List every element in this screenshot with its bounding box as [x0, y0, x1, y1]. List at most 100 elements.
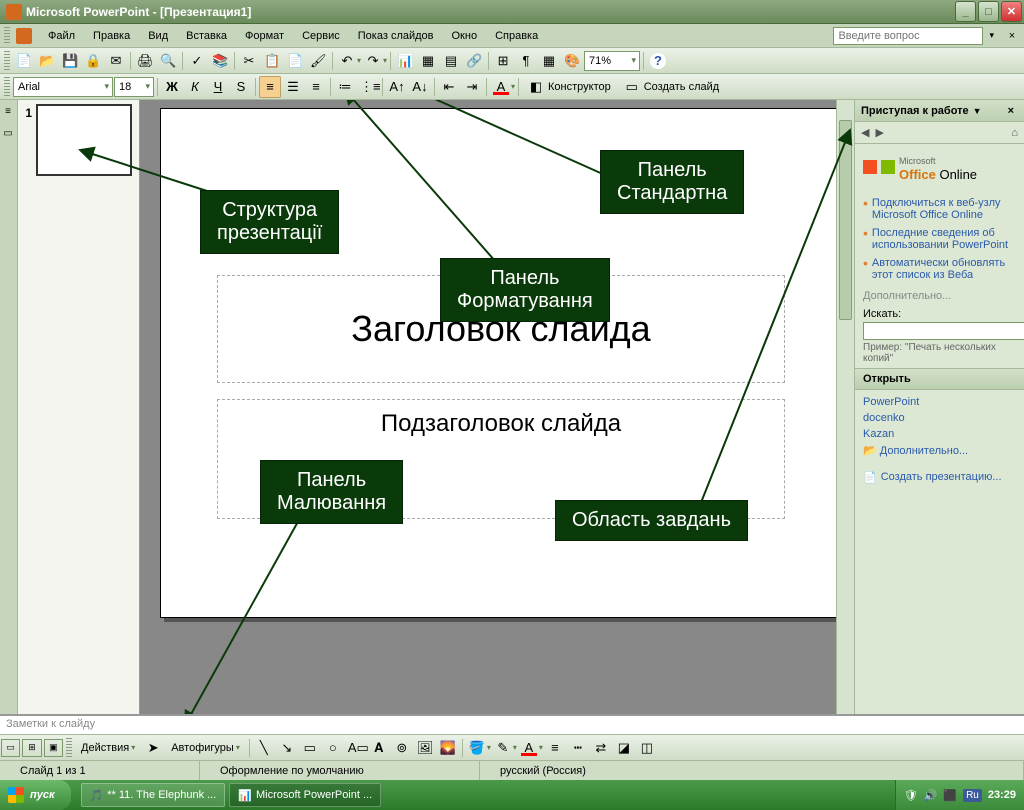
- show-formatting-button[interactable]: ¶: [515, 50, 537, 72]
- lang-indicator[interactable]: Ru: [963, 789, 982, 802]
- menu-slideshow[interactable]: Показ слайдов: [350, 28, 442, 44]
- oval-button[interactable]: ○: [322, 737, 344, 759]
- copy-button[interactable]: 📋: [261, 50, 283, 72]
- recent-file[interactable]: docenko: [863, 410, 1016, 426]
- expand-button[interactable]: ⊞: [492, 50, 514, 72]
- diagram-button[interactable]: ⊚: [391, 737, 413, 759]
- save-button[interactable]: 💾: [59, 50, 81, 72]
- recent-file[interactable]: Kazan: [863, 426, 1016, 442]
- start-button[interactable]: пуск: [0, 780, 71, 810]
- draw-actions-menu[interactable]: Действия▾: [75, 742, 141, 754]
- doc-close-button[interactable]: ×: [1004, 30, 1020, 42]
- email-button[interactable]: ✉: [105, 50, 127, 72]
- decrease-indent-button[interactable]: ⇤: [438, 76, 460, 98]
- format-painter-button[interactable]: 🖌: [307, 50, 329, 72]
- menu-view[interactable]: Вид: [140, 28, 176, 44]
- link-connect[interactable]: Подключиться к веб-узлу Microsoft Office…: [863, 194, 1016, 224]
- outline-tab[interactable]: ≡: [0, 102, 16, 120]
- font-color-dropdown-draw[interactable]: ▾: [539, 743, 543, 752]
- align-right-button[interactable]: ≡: [305, 76, 327, 98]
- hyperlink-button[interactable]: 🔗: [463, 50, 485, 72]
- menu-format[interactable]: Формат: [237, 28, 292, 44]
- clock[interactable]: 23:29: [988, 789, 1016, 801]
- redo-button[interactable]: ↷: [362, 50, 384, 72]
- vertical-scrollbar[interactable]: [836, 100, 854, 714]
- chart-button[interactable]: 📊: [394, 50, 416, 72]
- spellcheck-button[interactable]: ✓: [186, 50, 208, 72]
- align-center-button[interactable]: ☰: [282, 76, 304, 98]
- print-button[interactable]: 🖨: [134, 50, 156, 72]
- shadow-button[interactable]: S: [230, 76, 252, 98]
- recent-file[interactable]: PowerPoint: [863, 394, 1016, 410]
- numbering-button[interactable]: ≔: [334, 76, 356, 98]
- new-button[interactable]: 📄: [13, 50, 35, 72]
- dash-style-button[interactable]: ┅: [567, 737, 589, 759]
- fill-dropdown[interactable]: ▾: [487, 743, 491, 752]
- grid-button[interactable]: ▦: [538, 50, 560, 72]
- create-presentation-link[interactable]: 📄 Создать презентацию...: [855, 463, 1024, 492]
- zoom-combo[interactable]: 71%: [584, 51, 640, 71]
- tray-icon[interactable]: ⬛: [943, 789, 957, 802]
- cut-button[interactable]: ✂: [238, 50, 260, 72]
- scroll-thumb[interactable]: [839, 120, 852, 320]
- color-button[interactable]: 🎨: [561, 50, 583, 72]
- tables-borders-button[interactable]: ▤: [440, 50, 462, 72]
- shadow-style-button[interactable]: ◪: [613, 737, 635, 759]
- open-more[interactable]: Дополнительно...: [863, 442, 1016, 459]
- select-button[interactable]: ➤: [142, 737, 164, 759]
- align-left-button[interactable]: ≡: [259, 76, 281, 98]
- link-more[interactable]: Дополнительно...: [855, 288, 1024, 304]
- underline-button[interactable]: Ч: [207, 76, 229, 98]
- open-button[interactable]: 📂: [36, 50, 58, 72]
- textbox-button[interactable]: A▭: [345, 737, 367, 759]
- tray-icon[interactable]: 🛡: [904, 789, 918, 802]
- taskbar-item[interactable]: 🎵** 11. The Elephunk ...: [81, 783, 226, 807]
- help-button[interactable]: ?: [647, 50, 669, 72]
- arrow-button[interactable]: ↘: [276, 737, 298, 759]
- fill-color-button[interactable]: 🪣: [466, 737, 488, 759]
- font-name-combo[interactable]: Arial: [13, 77, 113, 97]
- minimize-button[interactable]: _: [955, 1, 976, 22]
- increase-font-button[interactable]: A↑: [386, 76, 408, 98]
- arrow-style-button[interactable]: ⇄: [590, 737, 612, 759]
- font-color-button[interactable]: A: [490, 76, 512, 98]
- menu-edit[interactable]: Правка: [85, 28, 138, 44]
- normal-view-button[interactable]: ▭: [1, 739, 20, 757]
- new-slide-button[interactable]: ▭Создать слайд: [618, 79, 725, 95]
- undo-dropdown[interactable]: ▾: [357, 56, 361, 65]
- font-color-dropdown[interactable]: ▾: [511, 82, 515, 91]
- line-color-button[interactable]: ✎: [492, 737, 514, 759]
- sorter-view-button[interactable]: ⊞: [22, 739, 41, 757]
- permission-button[interactable]: 🔒: [82, 50, 104, 72]
- autoshapes-menu[interactable]: Автофигуры▾: [165, 742, 246, 754]
- menu-tools[interactable]: Сервис: [294, 28, 348, 44]
- line-button[interactable]: ╲: [253, 737, 275, 759]
- 3d-style-button[interactable]: ◫: [636, 737, 658, 759]
- menu-window[interactable]: Окно: [444, 28, 486, 44]
- paste-button[interactable]: 📄: [284, 50, 306, 72]
- decrease-font-button[interactable]: A↓: [409, 76, 431, 98]
- nav-back-icon[interactable]: ◀: [861, 126, 869, 139]
- bullets-button[interactable]: ⋮≡: [357, 76, 379, 98]
- designer-button[interactable]: ◧Конструктор: [522, 79, 617, 95]
- tray-icon[interactable]: 🔊: [924, 789, 938, 802]
- menu-help[interactable]: Справка: [487, 28, 546, 44]
- menu-file[interactable]: Файл: [40, 28, 83, 44]
- slideshow-view-button[interactable]: ▣: [44, 739, 63, 757]
- line-style-button[interactable]: ≡: [544, 737, 566, 759]
- link-update[interactable]: Автоматически обновлять этот список из В…: [863, 254, 1016, 284]
- taskpane-close-button[interactable]: ×: [1004, 105, 1018, 117]
- increase-indent-button[interactable]: ⇥: [461, 76, 483, 98]
- taskbar-item-active[interactable]: 📊Microsoft PowerPoint ...: [229, 783, 381, 807]
- taskpane-dropdown-icon[interactable]: ▼: [973, 106, 982, 116]
- line-color-dropdown[interactable]: ▾: [513, 743, 517, 752]
- preview-button[interactable]: 🔍: [157, 50, 179, 72]
- font-color-button-draw[interactable]: A: [518, 737, 540, 759]
- search-input[interactable]: [863, 322, 1024, 340]
- maximize-button[interactable]: □: [978, 1, 999, 22]
- font-size-combo[interactable]: 18: [114, 77, 154, 97]
- redo-dropdown[interactable]: ▾: [383, 56, 387, 65]
- italic-button[interactable]: К: [184, 76, 206, 98]
- close-button[interactable]: ✕: [1001, 1, 1022, 22]
- table-button[interactable]: ▦: [417, 50, 439, 72]
